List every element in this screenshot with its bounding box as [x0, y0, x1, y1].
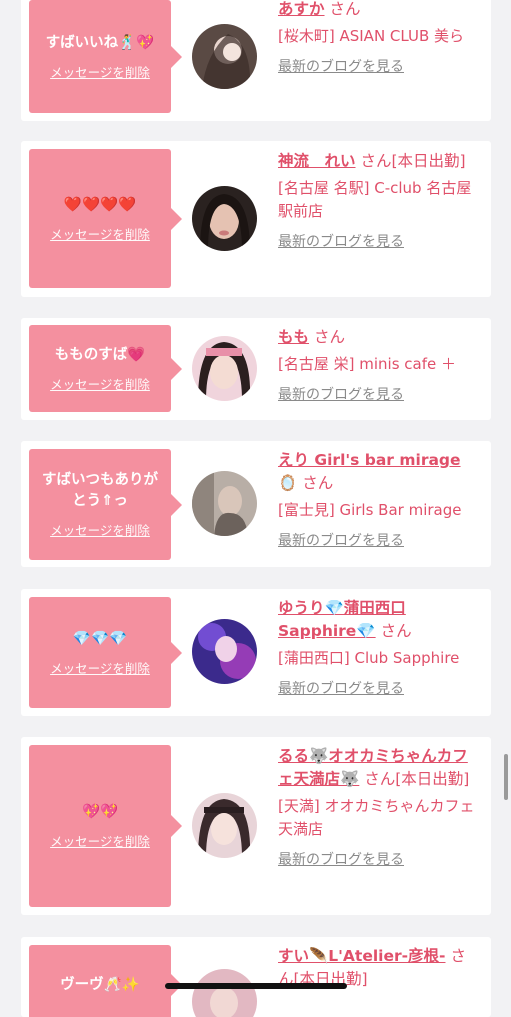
- latest-blog-link[interactable]: 最新のブログを見る: [278, 231, 404, 251]
- name-line: 神流 れい さん[本日出勤]: [278, 150, 478, 173]
- honorific: 🪞 さん: [278, 474, 334, 492]
- shop-name: [天満] オオカミちゃんカフェ天満店: [278, 797, 475, 838]
- message-bubble: ❤️❤️❤️❤️ メッセージを削除: [29, 149, 182, 288]
- message-bubble: 💎💎💎 メッセージを削除: [29, 597, 182, 708]
- cast-name-link[interactable]: 神流 れい: [278, 152, 356, 170]
- latest-blog-link[interactable]: 最新のブログを見る: [278, 56, 404, 76]
- delete-message-link[interactable]: メッセージを削除: [50, 224, 150, 243]
- latest-blog-link[interactable]: 最新のブログを見る: [278, 530, 404, 550]
- message-bubble: すばいつもありがとう⇑っ メッセージを削除: [29, 449, 182, 560]
- avatar[interactable]: [192, 969, 257, 1017]
- name-line: もも さん: [278, 326, 478, 349]
- honorific: さん[本日出勤]: [360, 152, 466, 170]
- message-text: すばいいね🕺💖: [45, 34, 155, 51]
- avatar[interactable]: [192, 619, 257, 684]
- entry-info: るる🐺オオカミちゃんカフェ天満店🐺 さん[本日出勤] [天満] オオカミちゃんカ…: [278, 745, 478, 869]
- message-text: ❤️❤️❤️❤️: [63, 196, 137, 213]
- delete-message-link[interactable]: メッセージを削除: [50, 62, 150, 81]
- list-item: ❤️❤️❤️❤️ メッセージを削除 神流 れい さん[本日出勤] [名古屋 名駅…: [21, 141, 491, 297]
- list-item: すばいつもありがとう⇑っ メッセージを削除 えり Girl's bar mira…: [21, 441, 491, 567]
- entry-info: もも さん [名古屋 栄] minis cafe ＋ 最新のブログを見る: [278, 326, 478, 404]
- message-text: すばいつもありがとう⇑っ: [42, 472, 158, 509]
- shop-name: [名古屋 名駅] C-club 名古屋駅前店: [278, 179, 472, 220]
- entry-info: ゆうり💎蒲田西口Sapphire💎 さん [蒲田西口] Club Sapphir…: [278, 597, 478, 698]
- honorific: さん[本日出勤]: [364, 770, 470, 788]
- delete-message-link[interactable]: メッセージを削除: [50, 520, 150, 539]
- cast-name-link[interactable]: すい🪶L'Atelier-彦根-: [278, 947, 446, 965]
- delete-message-link[interactable]: メッセージを削除: [50, 374, 150, 393]
- honorific: さん: [313, 328, 345, 346]
- honorific: さん: [380, 622, 412, 640]
- shop-name: [蒲田西口] Club Sapphire: [278, 649, 460, 667]
- message-text: 💖💖: [81, 804, 119, 820]
- message-bubble: すばいいね🕺💖 メッセージを削除: [29, 0, 182, 113]
- shop-name: [名古屋 栄] minis cafe ＋: [278, 355, 456, 373]
- delete-message-link[interactable]: メッセージを削除: [50, 831, 150, 850]
- entry-info: あすか さん [桜木町] ASIAN CLUB 美ら 最新のブログを見る: [278, 0, 478, 76]
- name-line: ゆうり💎蒲田西口Sapphire💎 さん: [278, 597, 478, 643]
- list-item: 💖💖 メッセージを削除 るる🐺オオカミちゃんカフェ天満店🐺 さん[本日出勤] […: [21, 737, 491, 915]
- home-indicator[interactable]: [165, 983, 347, 989]
- message-bubble: 💖💖 メッセージを削除: [29, 745, 182, 907]
- delete-message-link[interactable]: メッセージを削除: [50, 658, 150, 677]
- avatar[interactable]: [192, 336, 257, 401]
- message-text: ヴーヴ🥂✨: [60, 977, 140, 993]
- avatar[interactable]: [192, 186, 257, 251]
- latest-blog-link[interactable]: 最新のブログを見る: [278, 678, 404, 698]
- message-bubble: もものすば💗 メッセージを削除: [29, 325, 182, 412]
- message-text: 💎💎💎: [72, 630, 128, 647]
- message-text: もものすば💗: [54, 346, 146, 363]
- message-bubble: ヴーヴ🥂✨: [29, 945, 182, 1017]
- scrollbar-thumb[interactable]: [504, 754, 508, 800]
- list-item: ヴーヴ🥂✨ すい🪶L'Atelier-彦根- さん[本日出勤]: [21, 937, 491, 1017]
- latest-blog-link[interactable]: 最新のブログを見る: [278, 384, 404, 404]
- cast-name-link[interactable]: もも: [278, 328, 309, 346]
- list-item: もものすば💗 メッセージを削除 もも さん [名古屋 栄] minis cafe…: [21, 318, 491, 420]
- shop-name: [富士見] Girls Bar mirage: [278, 501, 462, 519]
- list-item: 💎💎💎 メッセージを削除 ゆうり💎蒲田西口Sapphire💎 さん [蒲田西口]…: [21, 589, 491, 716]
- name-line: えり Girl's bar mirage 🪞 さん: [278, 449, 478, 495]
- name-line: あすか さん: [278, 0, 478, 21]
- cast-name-link[interactable]: えり Girl's bar mirage: [278, 451, 461, 469]
- cast-name-link[interactable]: あすか: [278, 0, 325, 18]
- shop-name: [桜木町] ASIAN CLUB 美ら: [278, 27, 465, 45]
- avatar[interactable]: [192, 24, 257, 89]
- name-line: るる🐺オオカミちゃんカフェ天満店🐺 さん[本日出勤]: [278, 745, 478, 791]
- avatar[interactable]: [192, 793, 257, 858]
- entry-info: 神流 れい さん[本日出勤] [名古屋 名駅] C-club 名古屋駅前店 最新…: [278, 150, 478, 251]
- avatar[interactable]: [192, 471, 257, 536]
- latest-blog-link[interactable]: 最新のブログを見る: [278, 849, 404, 869]
- entry-info: えり Girl's bar mirage 🪞 さん [富士見] Girls Ba…: [278, 449, 478, 550]
- list-item: すばいいね🕺💖 メッセージを削除 あすか さん [桜木町] ASIAN CLUB…: [21, 0, 491, 121]
- honorific: さん: [329, 0, 361, 18]
